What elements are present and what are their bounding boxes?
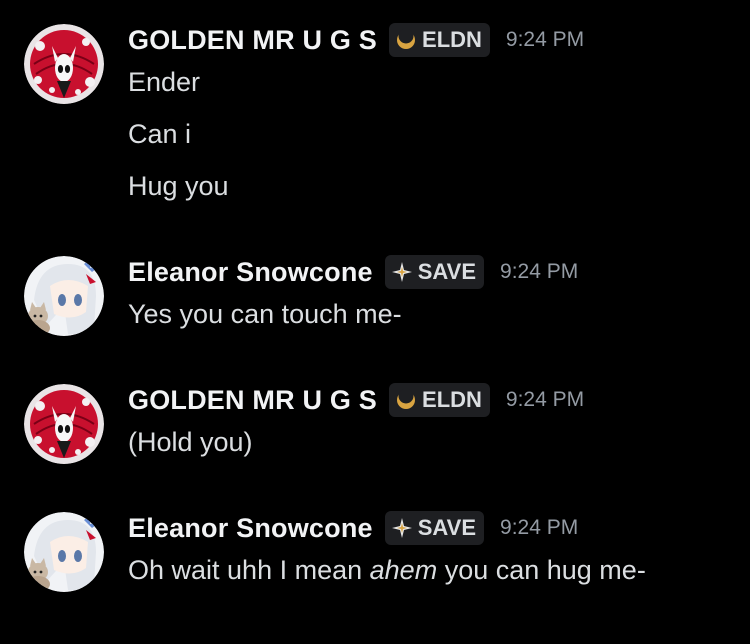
anime-girl-avatar-image	[24, 256, 104, 336]
timestamp[interactable]: 9:24 PM	[500, 260, 578, 284]
message-header: GOLDEN MR U G S ELDN 9:24 PM	[128, 22, 584, 58]
message-header: Eleanor Snowcone SAVE 9:24 PM	[128, 254, 578, 290]
server-tag-label: ELDN	[422, 387, 482, 412]
timestamp[interactable]: 9:24 PM	[506, 388, 584, 412]
sparkle-diamond-icon	[391, 517, 413, 539]
message-text: (Hold you)	[128, 427, 253, 457]
username[interactable]: Eleanor Snowcone	[128, 513, 373, 544]
message-text: Ender	[128, 67, 201, 97]
timestamp[interactable]: 9:24 PM	[500, 516, 578, 540]
username[interactable]: GOLDEN MR U G S	[128, 25, 377, 56]
crescent-moon-icon	[395, 28, 417, 51]
server-tag[interactable]: ELDN	[389, 23, 490, 57]
username[interactable]: Eleanor Snowcone	[128, 257, 373, 288]
server-tag-label: SAVE	[417, 515, 477, 540]
server-tag[interactable]: SAVE	[384, 255, 485, 289]
crescent-moon-icon	[395, 388, 417, 411]
username[interactable]: GOLDEN MR U G S	[128, 385, 377, 416]
message-text-italic: ahem	[369, 555, 438, 585]
message-header: GOLDEN MR U G S ELDN 9:24 PM	[128, 382, 584, 418]
message-header: Eleanor Snowcone SAVE 9:24 PM	[128, 510, 578, 546]
knight-avatar-image	[24, 384, 104, 464]
sparkle-diamond-icon	[391, 261, 413, 283]
server-tag-label: SAVE	[417, 259, 477, 284]
timestamp[interactable]: 9:24 PM	[506, 28, 584, 52]
anime-girl-avatar-image	[24, 512, 104, 592]
message-text-part: Oh wait uhh I mean	[128, 555, 370, 585]
server-tag[interactable]: SAVE	[384, 511, 485, 545]
avatar[interactable]	[24, 384, 104, 464]
server-tag-label: ELDN	[422, 27, 482, 52]
knight-avatar-image	[24, 24, 104, 104]
server-tag[interactable]: ELDN	[389, 383, 490, 417]
message-text: Can i	[128, 119, 192, 149]
avatar[interactable]	[24, 24, 104, 104]
message-text: Hug you	[128, 171, 229, 201]
message-text: Oh wait uhh I mean ahem you can hug me-	[128, 554, 646, 586]
avatar[interactable]	[24, 512, 104, 592]
message-text-part: you can hug me-	[437, 555, 646, 585]
message-text: Yes you can touch me-	[128, 299, 402, 329]
avatar[interactable]	[24, 256, 104, 336]
